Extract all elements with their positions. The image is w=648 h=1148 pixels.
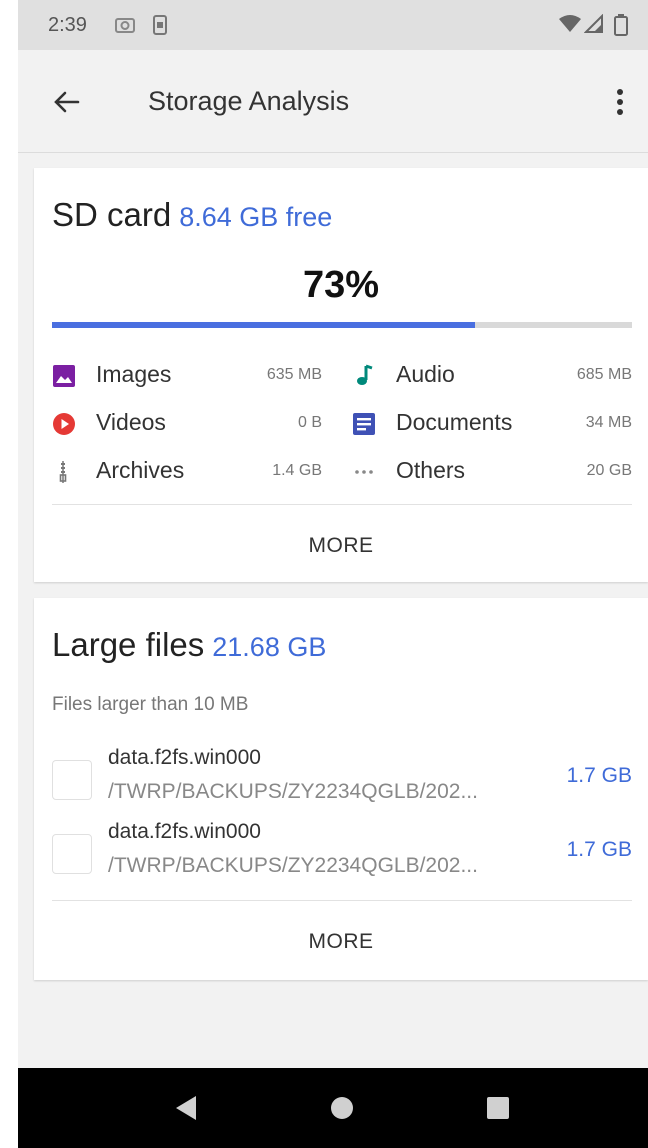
image-icon: [52, 364, 76, 388]
large-files-header: Large files 21.68 GB: [52, 626, 326, 664]
category-label: Archives: [96, 457, 185, 483]
file-name: data.f2fs.win000: [108, 820, 261, 843]
nav-home-icon[interactable]: [324, 1090, 360, 1126]
play-circle-icon: [52, 412, 76, 436]
category-videos[interactable]: Videos 0 B: [52, 409, 322, 439]
sd-card-header: SD card 8.64 GB free: [52, 196, 332, 234]
screenshot-icon: [114, 14, 136, 41]
storage-used-percent: 73%: [302, 264, 380, 306]
screen: 2:39 Storage Analysis SD card 8.64 GB fre…: [18, 0, 648, 1148]
file-size: 1.7 GB: [566, 838, 632, 861]
category-label: Audio: [396, 361, 455, 387]
category-size: 685 MB: [576, 366, 632, 383]
divider: [52, 504, 632, 505]
large-files-title: Large files: [52, 626, 205, 663]
large-files-total: 21.68 GB: [212, 632, 327, 662]
large-files-more-button[interactable]: MORE: [34, 930, 648, 954]
category-size: 20 GB: [586, 462, 632, 479]
large-files-subtitle: Files larger than 10 MB: [52, 694, 249, 715]
sim-card-icon: [152, 14, 168, 41]
file-name: data.f2fs.win000: [108, 746, 261, 769]
category-size: 1.4 GB: [272, 462, 322, 479]
category-label: Documents: [396, 409, 513, 435]
large-file-row[interactable]: data.f2fs.win000 /TWRP/BACKUPS/ZY2234QGL…: [52, 746, 632, 812]
document-icon: [352, 412, 376, 436]
app-toolbar: Storage Analysis: [18, 50, 648, 153]
category-images[interactable]: Images 635 MB: [52, 361, 322, 391]
file-checkbox[interactable]: [52, 760, 92, 800]
category-label: Videos: [96, 409, 166, 435]
sd-card-free-space: 8.64 GB free: [179, 202, 333, 232]
nav-recents-icon[interactable]: [480, 1090, 516, 1126]
back-arrow-icon[interactable]: [48, 84, 84, 120]
archive-zipper-icon: [52, 460, 76, 484]
more-horizontal-icon: [352, 460, 376, 484]
battery-icon: [614, 14, 628, 41]
system-navigation-bar: [18, 1068, 648, 1148]
file-path: /TWRP/BACKUPS/ZY2234QGLB/202...: [108, 854, 478, 877]
storage-progress-fill: [52, 322, 476, 328]
sd-card-storage-card: SD card 8.64 GB free 73% Images 635 MB Au…: [34, 168, 648, 582]
category-others[interactable]: Others 20 GB: [352, 457, 632, 487]
category-archives[interactable]: Archives 1.4 GB: [52, 457, 322, 487]
category-label: Images: [96, 361, 172, 387]
cell-signal-icon: [583, 13, 604, 39]
nav-back-icon[interactable]: [168, 1090, 204, 1126]
sd-card-more-button[interactable]: MORE: [34, 534, 648, 558]
file-size: 1.7 GB: [566, 764, 632, 787]
file-checkbox[interactable]: [52, 834, 92, 874]
category-size: 34 MB: [585, 414, 632, 431]
category-audio[interactable]: Audio 685 MB: [352, 361, 632, 391]
status-time: 2:39: [48, 14, 87, 36]
category-size: 635 MB: [266, 366, 322, 383]
status-bar: 2:39: [18, 0, 648, 50]
category-label: Others: [396, 457, 466, 483]
large-files-card: Large files 21.68 GB Files larger than 10…: [34, 598, 648, 980]
storage-progress-bar: [52, 322, 632, 328]
page-title: Storage Analysis: [148, 86, 350, 116]
large-file-row[interactable]: data.f2fs.win000 /TWRP/BACKUPS/ZY2234QGL…: [52, 820, 632, 886]
overflow-menu-icon[interactable]: [612, 84, 628, 120]
music-note-icon: [352, 364, 376, 388]
category-documents[interactable]: Documents 34 MB: [352, 409, 632, 439]
divider: [52, 900, 632, 901]
category-size: 0 B: [297, 414, 322, 431]
wifi-icon: [558, 14, 582, 39]
file-path: /TWRP/BACKUPS/ZY2234QGLB/202...: [108, 780, 478, 803]
sd-card-title: SD card: [52, 196, 172, 233]
